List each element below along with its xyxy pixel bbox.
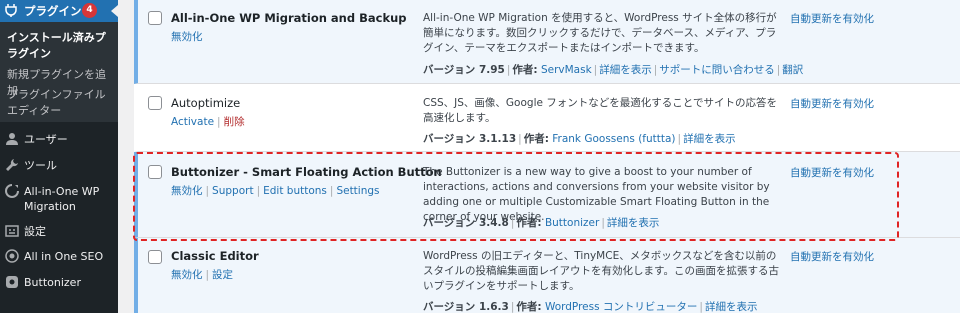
enable-auto-update-link[interactable]: 自動更新を有効化	[790, 249, 874, 264]
author-link[interactable]: WordPress コントリビューター	[545, 301, 697, 313]
support-link[interactable]: Support	[212, 185, 254, 197]
enable-auto-update-link[interactable]: 自動更新を有効化	[790, 11, 874, 26]
author-label: 作者:	[512, 64, 538, 76]
sidebar-item-label: All-in-One WP Migration	[24, 185, 100, 213]
plugin-meta: バージョン 3.4.8 | 作者: Buttonizer | 詳細を表示	[423, 217, 660, 229]
sidebar-item-label: ツール	[24, 159, 57, 172]
plugin-version: バージョン 3.1.13	[423, 133, 517, 145]
author-link[interactable]: ServMask	[541, 64, 592, 76]
sidebar-item-label: All in One SEO	[24, 250, 104, 263]
plugin-row-autoptimize: Autoptimize Activate | 削除 CSS、JS、画像、Google…	[134, 84, 960, 152]
plugin-description: CSS、JS、画像、Google フォントなどを最適化することでサイトの応答を高…	[423, 97, 777, 124]
sidebar-item-tools[interactable]: ツール	[0, 154, 118, 178]
plugin-row-actions: Activate | 削除	[171, 116, 245, 128]
seo-icon	[5, 249, 19, 263]
enable-auto-update-link[interactable]: 自動更新を有効化	[790, 96, 874, 111]
submenu-plugin-file-editor[interactable]: プラグインファイルエディター	[7, 87, 115, 119]
deactivate-link[interactable]: 無効化	[171, 31, 203, 43]
plugins-submenu: インストール済みプラグイン 新規プラグインを追加 プラグインファイルエディター	[0, 22, 118, 122]
sidebar-item-seo[interactable]: All in One SEO	[0, 245, 118, 269]
plugin-icon	[5, 4, 17, 17]
delete-link[interactable]: 削除	[224, 116, 245, 128]
author-link[interactable]: Buttonizer	[545, 217, 599, 229]
plugin-name: All-in-One WP Migration and Backup	[171, 11, 407, 25]
plugin-row-actions: 無効化 | Support | Edit buttons | Settings	[171, 185, 380, 197]
plugin-select-checkbox[interactable]	[148, 165, 162, 179]
settings-icon	[5, 225, 19, 237]
update-count-badge: 4	[82, 3, 97, 18]
plugin-row-actions: 無効化	[171, 29, 203, 44]
sidebar-item-settings[interactable]: 設定	[0, 220, 118, 244]
author-label: 作者:	[523, 133, 549, 145]
sidebar-item-label: ユーザー	[24, 133, 68, 146]
submenu-installed-plugins[interactable]: インストール済みプラグイン	[7, 30, 115, 62]
sidebar-item-buttonizer[interactable]: Buttonizer	[0, 271, 118, 295]
sidebar-item-label: Buttonizer	[24, 276, 81, 289]
plugin-name: Classic Editor	[171, 249, 259, 263]
sidebar-item-users[interactable]: ユーザー	[0, 128, 118, 152]
plugin-select-checkbox[interactable]	[148, 11, 162, 25]
sidebar-item-migration[interactable]: All-in-One WP Migration	[0, 180, 118, 214]
translate-link[interactable]: 翻訳	[782, 64, 803, 76]
plugin-row-classic-editor: Classic Editor 無効化 | 設定 WordPress の旧エディターと…	[134, 238, 960, 313]
deactivate-link[interactable]: 無効化	[171, 185, 203, 197]
view-details-link[interactable]: 詳細を表示	[683, 133, 736, 145]
sidebar-item-label: 設定	[24, 225, 46, 238]
plugin-row-all-in-one-wp-migration: All-in-One WP Migration and Backup 無効化 A…	[134, 0, 960, 84]
plugin-row-actions: 無効化 | 設定	[171, 269, 234, 281]
view-details-link[interactable]: 詳細を表示	[607, 217, 660, 229]
plugin-meta: バージョン 1.6.3 | 作者: WordPress コントリビューター | 詳細を表…	[423, 301, 758, 313]
settings-link[interactable]: 設定	[212, 269, 233, 281]
buttonizer-icon	[6, 276, 18, 288]
plugin-select-checkbox[interactable]	[148, 250, 162, 264]
plugin-version: バージョン 7.95	[423, 64, 505, 76]
settings-link[interactable]: Settings	[336, 185, 379, 197]
plugin-version: バージョン 1.6.3	[423, 301, 509, 313]
sidebar-item-plugins[interactable]: プラグイン 4	[0, 0, 118, 22]
author-link[interactable]: Frank Goossens (futtta)	[552, 133, 675, 145]
contact-support-link[interactable]: サポートに問い合わせる	[659, 64, 775, 76]
plugin-meta: バージョン 3.1.13 | 作者: Frank Goossens (futtta)…	[423, 133, 736, 145]
plugin-name: Autoptimize	[171, 96, 241, 110]
plugin-version: バージョン 3.4.8	[423, 217, 509, 229]
plugin-description: WordPress の旧エディターと、TinyMCE、メタボックスなどを含む以前…	[423, 250, 779, 292]
activate-link[interactable]: Activate	[171, 116, 214, 128]
admin-sidebar: プラグイン 4 インストール済みプラグイン 新規プラグインを追加 プラグインファ…	[0, 0, 118, 313]
sidebar-item-label: プラグイン	[24, 4, 82, 18]
author-label: 作者:	[516, 301, 542, 313]
enable-auto-update-link[interactable]: 自動更新を有効化	[790, 165, 874, 180]
wrench-icon	[6, 159, 18, 171]
users-icon	[6, 133, 18, 145]
author-label: 作者:	[516, 217, 542, 229]
migration-icon	[5, 184, 19, 198]
plugin-meta: バージョン 7.95 | 作者: ServMask | 詳細を表示 | サポートに問い合わせ…	[423, 64, 804, 76]
plugin-description: All-in-One WP Migration を使用すると、WordPress…	[423, 12, 777, 54]
deactivate-link[interactable]: 無効化	[171, 269, 203, 281]
current-menu-arrow	[111, 5, 118, 17]
plugin-row-buttonizer: Buttonizer - Smart Floating Action Butto…	[134, 152, 960, 238]
edit-buttons-link[interactable]: Edit buttons	[263, 185, 327, 197]
plugin-name: Buttonizer - Smart Floating Action Butto…	[171, 165, 442, 179]
view-details-link[interactable]: 詳細を表示	[599, 64, 652, 76]
plugin-select-checkbox[interactable]	[148, 96, 162, 110]
view-details-link[interactable]: 詳細を表示	[705, 301, 758, 313]
